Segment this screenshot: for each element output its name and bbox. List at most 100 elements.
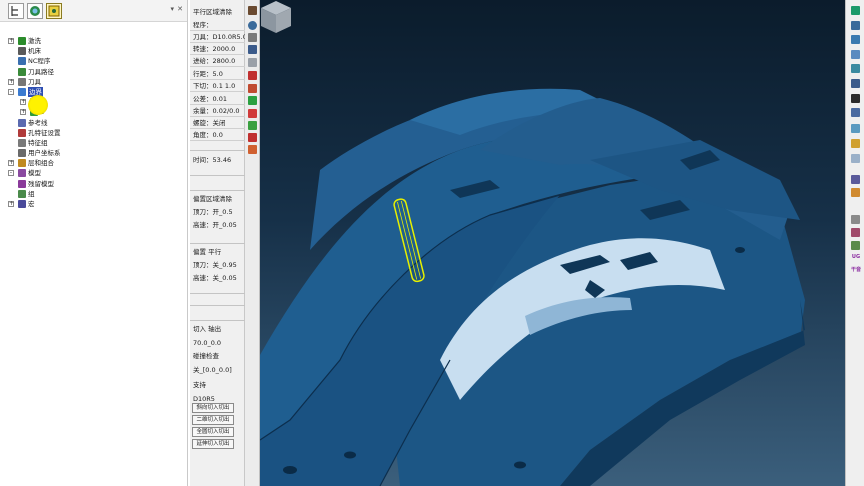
red-block-icon[interactable] xyxy=(248,71,257,80)
param-row: 切入 轴出 xyxy=(193,325,222,333)
lead-in-out-button[interactable]: 斜向切入切出 xyxy=(192,403,234,413)
settings-view-tab[interactable] xyxy=(46,3,62,19)
settings-view-icon xyxy=(48,5,60,17)
close-icon[interactable]: ✕ xyxy=(177,5,183,13)
tree-item-label: 层和组合 xyxy=(28,159,54,168)
param-row: 偏置 平行 xyxy=(193,248,222,256)
zoom-box-icon[interactable] xyxy=(851,108,860,117)
tree-item[interactable]: - 边界 xyxy=(0,86,187,97)
param-row: 平行区域清除 xyxy=(193,8,232,16)
param-row: 公差：0.01 xyxy=(190,93,245,105)
tree-item[interactable]: + 激洗 xyxy=(0,36,187,46)
tree-item[interactable]: 残留模型 xyxy=(0,179,187,189)
layer-icon xyxy=(18,159,26,168)
param-row: 刀具：D10.0R5.0 xyxy=(190,31,245,43)
boundary-icon xyxy=(18,87,26,96)
tree-view-tab[interactable] xyxy=(8,3,24,19)
tree-expander[interactable]: + xyxy=(20,109,26,116)
tree-item[interactable]: 组 xyxy=(0,189,187,199)
green-box-icon[interactable] xyxy=(248,121,257,130)
tree-item-label: 激洗 xyxy=(28,37,41,45)
stop-icon[interactable] xyxy=(248,133,257,142)
tree-item-label: 残留模型 xyxy=(28,179,54,188)
tree-item[interactable]: + 刀具 xyxy=(0,77,187,87)
machine-icon xyxy=(18,37,26,45)
tree-expander[interactable]: + xyxy=(20,99,26,106)
view-toolbar: UG 干音 xyxy=(845,0,864,486)
vbc-icon[interactable] xyxy=(248,58,257,67)
hole-4 xyxy=(735,247,745,253)
tree-item[interactable]: 刀具路径 xyxy=(0,67,187,77)
lead-in-out-button[interactable]: 二维切入切出 xyxy=(192,415,234,425)
view-side-icon[interactable] xyxy=(851,64,860,73)
tree-item[interactable]: 机床 xyxy=(0,46,187,56)
tree-expander[interactable]: - xyxy=(8,170,14,177)
boundary-view-icon[interactable] xyxy=(851,175,860,184)
macro-icon xyxy=(18,200,26,208)
stock-view-icon[interactable] xyxy=(851,228,860,237)
param-separator xyxy=(190,150,245,151)
param-row: 转速：2000.0 xyxy=(190,43,245,55)
stock-icon[interactable] xyxy=(248,84,257,93)
lead-in-out-button[interactable]: 全圆切入切出 xyxy=(192,427,234,437)
tree-item[interactable]: 参考线 xyxy=(0,118,187,128)
tree-item[interactable]: 特征组 xyxy=(0,138,187,148)
view-back-icon[interactable] xyxy=(851,79,860,88)
view-cube[interactable] xyxy=(260,0,292,34)
param-row: 进给：2800.0 xyxy=(190,55,245,67)
tree-item-label: 刀具 xyxy=(28,77,41,86)
vertical-tool-strip xyxy=(245,0,260,486)
tree-item[interactable]: + 宏 xyxy=(0,199,187,209)
toolpath-view-icon[interactable] xyxy=(851,215,860,224)
zoom-fit-icon[interactable] xyxy=(851,94,860,103)
extra-label[interactable]: 干音 xyxy=(849,266,863,273)
tree-view-icon xyxy=(11,6,18,16)
tree-item-label: 宏 xyxy=(28,200,35,208)
tree-item[interactable]: - 模型 xyxy=(0,168,187,178)
model-view-tab[interactable] xyxy=(27,3,43,19)
tree-item[interactable]: NC程序 xyxy=(0,56,187,66)
monitor-icon[interactable] xyxy=(248,45,257,54)
user-icon[interactable] xyxy=(248,33,257,42)
view-top-icon[interactable] xyxy=(851,21,860,30)
wireframe-icon[interactable] xyxy=(851,154,860,163)
feature-group-icon xyxy=(18,138,26,147)
gouraud-icon[interactable] xyxy=(851,139,860,148)
view-front-icon[interactable] xyxy=(851,50,860,59)
tree-item[interactable]: 用户坐标系 xyxy=(0,148,187,158)
param-separator xyxy=(190,243,245,244)
param-row: 顶刀：关_0.95 xyxy=(193,261,237,269)
view-cube-icon[interactable] xyxy=(851,35,860,44)
tool-view-icon[interactable] xyxy=(851,188,860,197)
explorer-panel: ▾ ✕ +激洗机床NC程序刀具路径+刀具-边界+1+2参考线孔特征设置特征组用户… xyxy=(0,0,188,486)
tree-expander[interactable]: + xyxy=(8,201,14,207)
shade-icon[interactable] xyxy=(851,124,860,133)
tree-expander[interactable]: + xyxy=(8,38,14,44)
green-icon[interactable] xyxy=(248,96,257,105)
toolpath-icon xyxy=(18,67,26,76)
layer-view-icon[interactable] xyxy=(851,241,860,250)
tool-holder-icon[interactable] xyxy=(248,145,257,154)
tree-expander[interactable]: - xyxy=(8,88,14,95)
tree-item-label: 用户坐标系 xyxy=(28,149,61,158)
graphics-viewport[interactable] xyxy=(260,0,845,486)
view-iso-icon[interactable] xyxy=(851,6,860,15)
lathe-icon xyxy=(18,47,26,56)
tree-item[interactable]: 孔特征设置 xyxy=(0,128,187,138)
pin-icon[interactable]: ▾ xyxy=(170,5,174,13)
param-row: 支持 xyxy=(193,381,206,389)
tree-item[interactable]: + 层和组合 xyxy=(0,158,187,168)
param-row: 螺旋：关闭 xyxy=(190,117,245,129)
strategy-icon[interactable] xyxy=(248,6,257,15)
red-icon[interactable] xyxy=(248,109,257,118)
tree-item-label: 孔特征设置 xyxy=(28,128,61,137)
cursor-highlight xyxy=(28,95,48,115)
tree-item-label: NC程序 xyxy=(28,57,51,66)
tree-expander[interactable]: + xyxy=(8,160,14,167)
param-row: 偏置区域清除 xyxy=(193,195,232,203)
tree-expander[interactable]: + xyxy=(8,78,14,85)
ug-label[interactable]: UG xyxy=(849,254,863,260)
lead-in-out-button[interactable]: 延伸切入切出 xyxy=(192,439,234,449)
light-icon[interactable] xyxy=(248,21,257,30)
mold-model-render xyxy=(260,88,805,486)
